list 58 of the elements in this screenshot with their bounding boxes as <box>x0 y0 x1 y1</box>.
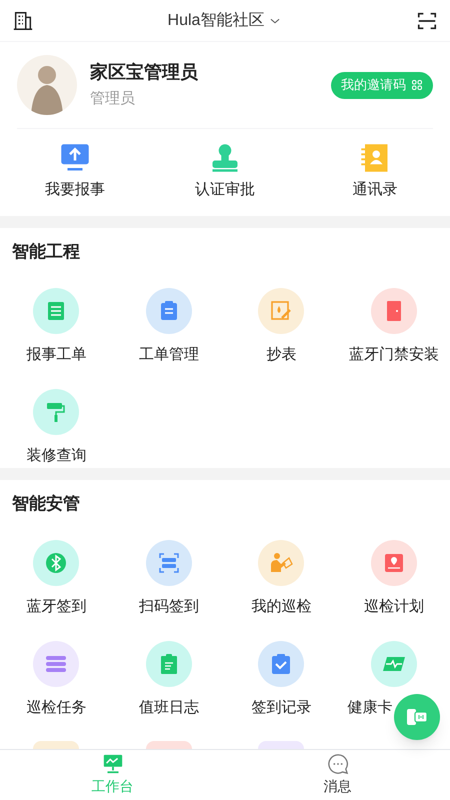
feature-item[interactable]: 蓝牙门禁安装 <box>338 288 450 365</box>
tab[interactable]: 消息 <box>225 750 450 800</box>
feature-item[interactable]: 蓝牙签到 <box>0 540 112 617</box>
stacked-bars-icon <box>33 641 80 687</box>
feature-label: 值班日志 <box>138 698 199 718</box>
feature-item[interactable]: 抄表 <box>225 288 338 365</box>
feature-label: 扫码签到 <box>138 597 199 617</box>
feature-label: 巡检计划 <box>364 597 424 617</box>
app-icon-background <box>33 741 80 749</box>
community-selector[interactable]: Hula智能社区 <box>168 8 282 32</box>
feature-label: 装修查询 <box>26 446 86 466</box>
feature-item[interactable]: 扫码签到 <box>112 540 225 617</box>
quick-action-label: 通讯录 <box>352 180 398 200</box>
section-title: 智能安管 <box>10 493 81 515</box>
pencil-drop-icon <box>258 288 304 334</box>
feature-label: 健康卡 <box>346 698 392 718</box>
feature-item[interactable]: 装修查询 <box>0 389 112 466</box>
list-icon <box>33 288 80 334</box>
person-reading-icon <box>258 540 304 586</box>
upload-monitor-icon <box>59 143 91 174</box>
app-icon-background <box>258 741 304 749</box>
quick-action[interactable]: 我要报事 <box>0 143 150 202</box>
door-icon <box>370 288 417 334</box>
feature-item[interactable]: 签到记录 <box>225 641 338 718</box>
feature-label: 蓝牙签到 <box>26 597 86 617</box>
clipboard-plus-icon <box>146 641 192 687</box>
quick-action-label: 认证审批 <box>195 180 255 200</box>
quick-action[interactable]: 认证审批 <box>150 143 300 202</box>
feature-label: 抄表 <box>266 345 296 365</box>
feature-label: 签到记录 <box>251 698 312 718</box>
feature-item[interactable]: 报事工单 <box>0 288 112 365</box>
feature-label: 我的巡检 <box>251 597 312 617</box>
feature-item[interactable]: 我的巡检 <box>225 540 338 617</box>
chat-bubble-icon <box>326 753 348 775</box>
feature-item[interactable]: 巡检计划 <box>338 540 450 617</box>
user-role: 管理员 <box>90 89 136 109</box>
paint-roller-icon <box>33 389 80 435</box>
section-title: 智能工程 <box>10 241 81 263</box>
grid-icon <box>411 79 423 91</box>
scan-frame-icon <box>146 540 192 586</box>
quick-action[interactable]: 通讯录 <box>300 143 450 202</box>
feature-label: 工单管理 <box>138 345 199 365</box>
map-pin-card-icon <box>370 540 417 586</box>
feature-item[interactable]: 巡检任务 <box>0 641 112 718</box>
feature-item[interactable]: 值班日志 <box>112 641 225 718</box>
quick-action-label: 我要报事 <box>45 180 105 200</box>
feature-item[interactable]: 工单管理 <box>112 288 225 365</box>
feature-label: 报事工单 <box>26 345 86 365</box>
app-icon-background <box>146 741 192 749</box>
bluetooth-icon <box>33 540 80 586</box>
clipboard-check-icon <box>258 641 304 687</box>
feature-label: 蓝牙门禁安装 <box>348 345 439 365</box>
user-name: 家区宝管理员 <box>90 61 199 84</box>
feature-label: 巡检任务 <box>26 698 86 718</box>
building-icon[interactable] <box>12 10 34 32</box>
heartbeat-card-icon <box>370 641 417 687</box>
monitor-chart-icon <box>102 753 124 775</box>
clipboard-icon <box>146 288 192 334</box>
